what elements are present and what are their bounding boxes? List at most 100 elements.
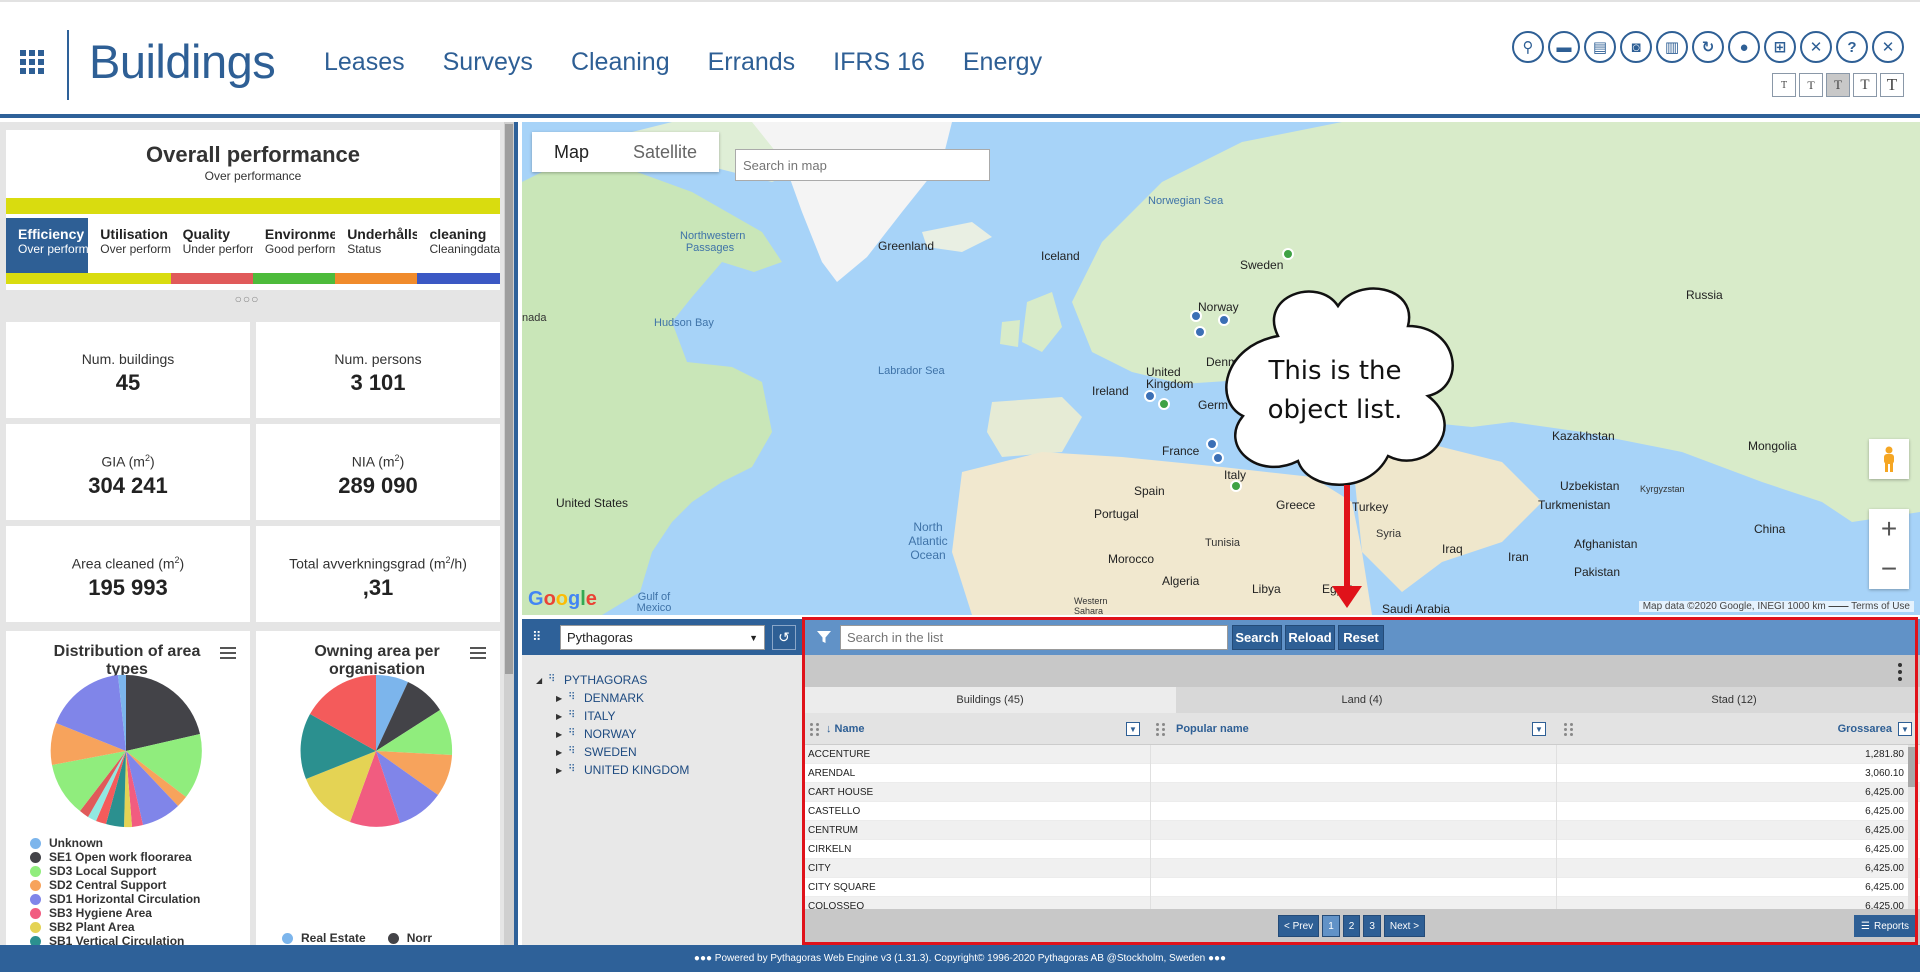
sync-icon[interactable]: ↻: [1692, 31, 1724, 63]
tab-stad[interactable]: Stad (12): [1548, 687, 1920, 713]
text-size-xs[interactable]: T: [1772, 73, 1796, 97]
legend-item[interactable]: SE1 Open work floorarea: [30, 850, 200, 864]
collapsed-icon[interactable]: ▶: [556, 748, 568, 757]
nav-leases[interactable]: Leases: [324, 48, 405, 77]
zoom-in-button[interactable]: +: [1869, 509, 1909, 549]
close-icon[interactable]: ✕: [1872, 31, 1904, 63]
book-icon[interactable]: ▤: [1584, 31, 1616, 63]
table-row[interactable]: CITY SQUARE 6,425.00: [804, 878, 1920, 897]
tree-node-uk[interactable]: ▶ ⠻ UNITED KINGDOM: [536, 761, 802, 779]
page-3-button[interactable]: 3: [1363, 915, 1381, 937]
column-filter-icon[interactable]: ▼: [1126, 722, 1140, 736]
building-marker[interactable]: [1206, 438, 1218, 450]
text-size-l[interactable]: T: [1853, 73, 1877, 97]
drag-handle-icon[interactable]: [810, 723, 820, 736]
tree-node-italy[interactable]: ▶ ⠻ ITALY: [536, 707, 802, 725]
camera-icon[interactable]: ◙: [1620, 31, 1652, 63]
building-marker[interactable]: [1190, 310, 1202, 322]
page-2-button[interactable]: 2: [1342, 915, 1361, 937]
help-icon[interactable]: ?: [1836, 31, 1868, 63]
perf-tab-environment[interactable]: Environme Good perform: [252, 218, 336, 284]
reload-button[interactable]: Reload: [1285, 625, 1335, 650]
nav-cleaning[interactable]: Cleaning: [571, 48, 670, 77]
tree-dropdown[interactable]: Pythagoras ▼: [560, 625, 765, 650]
table-row[interactable]: CASTELLO 6,425.00: [804, 802, 1920, 821]
column-header-name[interactable]: ↓ Name: [826, 723, 865, 735]
legend-item[interactable]: SD3 Local Support: [30, 864, 200, 878]
chart-menu-icon[interactable]: [220, 647, 236, 659]
tree-node-sweden[interactable]: ▶ ⠻ SWEDEN: [536, 743, 802, 761]
column-header-grossarea[interactable]: Grossarea: [1838, 723, 1892, 735]
legend-item[interactable]: SD1 Horizontal Circulation: [30, 892, 200, 906]
next-page-button[interactable]: Next >: [1383, 915, 1426, 937]
prev-page-button[interactable]: < Prev: [1278, 915, 1320, 937]
app-launcher-icon[interactable]: [20, 50, 44, 74]
tree-node-root[interactable]: ◢ ⠻ PYTHAGORAS: [536, 671, 802, 689]
perf-tab-maintenance[interactable]: Underhålls Status: [335, 218, 418, 284]
legend-item[interactable]: SB3 Hygiene Area: [30, 906, 200, 920]
table-row[interactable]: CIRKELN 6,425.00: [804, 840, 1920, 859]
list-search-input[interactable]: [840, 625, 1228, 650]
nav-ifrs16[interactable]: IFRS 16: [833, 48, 925, 77]
search-icon[interactable]: ⚲: [1512, 31, 1544, 63]
map-tab-map[interactable]: Map: [532, 132, 611, 172]
table-row[interactable]: COLOSSEO 6,425.00: [804, 897, 1920, 909]
table-row[interactable]: CART HOUSE 6,425.00: [804, 783, 1920, 802]
tab-buildings[interactable]: Buildings (45): [804, 687, 1176, 713]
filter-icon[interactable]: [816, 629, 832, 645]
collapsed-icon[interactable]: ▶: [556, 712, 568, 721]
user-icon[interactable]: ●: [1728, 31, 1760, 63]
nav-surveys[interactable]: Surveys: [443, 48, 533, 77]
more-options-icon[interactable]: [1898, 663, 1902, 681]
legend-item[interactable]: Unknown: [30, 836, 200, 850]
legend-item[interactable]: SB2 Plant Area: [30, 920, 200, 934]
refresh-icon[interactable]: ↺: [772, 625, 796, 650]
reports-button[interactable]: ☰ Reports: [1854, 915, 1916, 937]
org-chart-icon[interactable]: ⊞: [1764, 31, 1796, 63]
perf-tab-efficiency[interactable]: Efficiency Over performa: [6, 218, 89, 284]
legend-item[interactable]: SB1 Vertical Circulation: [30, 934, 200, 945]
tree-icon[interactable]: ⠿: [532, 629, 548, 645]
zoom-out-button[interactable]: −: [1869, 549, 1909, 589]
building-marker[interactable]: [1194, 326, 1206, 338]
building-marker[interactable]: [1158, 398, 1170, 410]
search-button[interactable]: Search: [1232, 625, 1282, 650]
tab-land[interactable]: Land (4): [1176, 687, 1548, 713]
chat-icon[interactable]: ▬: [1548, 31, 1580, 63]
drag-handle-icon[interactable]: [1564, 723, 1574, 736]
chart-menu-icon[interactable]: [470, 647, 486, 659]
text-size-m[interactable]: T: [1826, 73, 1850, 97]
legend-item[interactable]: Real Estate: [282, 931, 366, 945]
perf-tab-utilisation[interactable]: Utilisation Over performa: [88, 218, 171, 284]
perf-tab-quality[interactable]: Quality Under perform: [170, 218, 253, 284]
page-1-button[interactable]: 1: [1322, 915, 1340, 937]
left-panel-scrollbar[interactable]: [504, 122, 514, 945]
scrollbar-thumb[interactable]: [505, 124, 513, 674]
tools-icon[interactable]: ✕: [1800, 31, 1832, 63]
collapsed-icon[interactable]: ▶: [556, 694, 568, 703]
street-view-icon[interactable]: [1869, 439, 1909, 479]
nav-errands[interactable]: Errands: [708, 48, 796, 77]
collapsed-icon[interactable]: ▶: [556, 730, 568, 739]
collapsed-icon[interactable]: ▶: [556, 766, 568, 775]
list-scrollbar[interactable]: [1908, 745, 1916, 909]
column-filter-icon[interactable]: ▼: [1532, 722, 1546, 736]
manual-icon[interactable]: ▥: [1656, 31, 1688, 63]
column-filter-icon[interactable]: ▼: [1898, 722, 1912, 736]
legend-item[interactable]: SD2 Central Support: [30, 878, 200, 892]
table-row[interactable]: ACCENTURE 1,281.80: [804, 745, 1920, 764]
carousel-dots[interactable]: ○○○: [0, 292, 494, 306]
expanded-icon[interactable]: ◢: [536, 676, 548, 685]
table-row[interactable]: ARENDAL 3,060.10: [804, 764, 1920, 783]
map-search-input[interactable]: [735, 149, 990, 181]
legend-item[interactable]: Norr: [387, 931, 432, 945]
scrollbar-thumb[interactable]: [1908, 747, 1916, 787]
nav-energy[interactable]: Energy: [963, 48, 1042, 77]
building-marker[interactable]: [1282, 248, 1294, 260]
tree-node-denmark[interactable]: ▶ ⠻ DENMARK: [536, 689, 802, 707]
building-marker[interactable]: [1144, 390, 1156, 402]
text-size-s[interactable]: T: [1799, 73, 1823, 97]
table-row[interactable]: CENTRUM 6,425.00: [804, 821, 1920, 840]
reset-button[interactable]: Reset: [1338, 625, 1384, 650]
text-size-xl[interactable]: T: [1880, 73, 1904, 97]
